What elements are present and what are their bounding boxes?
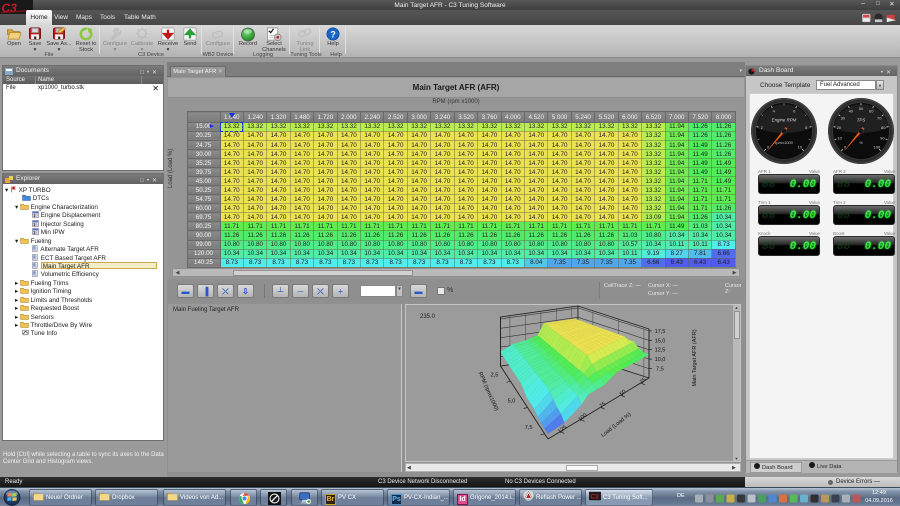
svg-text:10: 10 (837, 136, 842, 141)
svg-text:%: % (859, 140, 863, 145)
svg-text:10,0: 10,0 (655, 357, 666, 363)
svg-text:20: 20 (837, 125, 842, 130)
svg-text:80: 80 (881, 125, 886, 130)
svg-text:50: 50 (619, 389, 628, 397)
svg-text:5,0: 5,0 (508, 399, 516, 405)
svg-text:17,5: 17,5 (655, 329, 666, 335)
svg-text:12,5: 12,5 (655, 348, 666, 354)
svg-text:50: 50 (859, 106, 864, 111)
svg-text:30: 30 (841, 115, 846, 120)
svg-text:C3: C3 (590, 493, 599, 500)
svg-text:90: 90 (880, 136, 885, 141)
svg-text:25: 25 (639, 377, 648, 385)
svg-text:Load (Load %): Load (Load %) (600, 412, 632, 439)
svg-text:rpmx1000: rpmx1000 (775, 140, 794, 145)
svg-text:100: 100 (577, 412, 588, 422)
svg-text:Engine RPM: Engine RPM (772, 118, 797, 123)
svg-text:TPS: TPS (857, 118, 866, 123)
svg-text:75: 75 (599, 401, 608, 409)
svg-text:Main Target AFR (AFR): Main Target AFR (AFR) (692, 329, 698, 386)
svg-text:40: 40 (849, 109, 854, 114)
svg-text:2,5: 2,5 (491, 372, 499, 378)
svg-text:10: 10 (798, 144, 803, 149)
svg-text:15,0: 15,0 (655, 338, 666, 344)
svg-text:70: 70 (877, 115, 882, 120)
svg-text:7,5: 7,5 (525, 425, 533, 431)
svg-text:7,5: 7,5 (656, 367, 664, 373)
svg-text:60: 60 (869, 109, 874, 114)
svg-text:100: 100 (874, 144, 881, 149)
